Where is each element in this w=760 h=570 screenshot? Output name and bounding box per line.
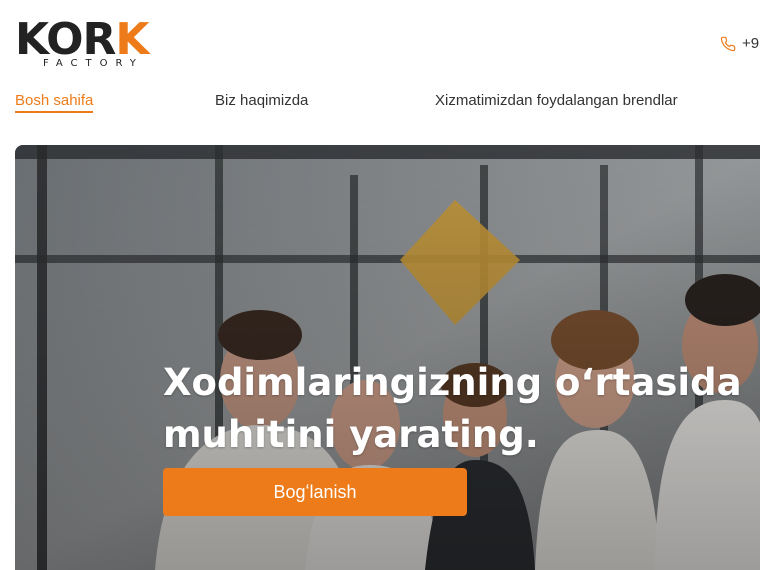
contact-button[interactable]: Bogʻlanish — [163, 468, 467, 516]
logo[interactable]: KORK FACTORY — [15, 18, 195, 70]
phone-icon — [720, 36, 736, 51]
hero-title-line2: muhitini yarating. — [163, 412, 539, 456]
phone-number: +9 — [742, 35, 760, 52]
logo-wordmark: KORK — [15, 18, 150, 62]
hero-title-line1: Xodimlaringizning oʻrtasida — [163, 360, 742, 404]
nav-item-brands[interactable]: Xizmatimizdan foydalangan brendlar — [435, 92, 678, 110]
logo-subtitle: FACTORY — [43, 58, 144, 69]
phone-contact[interactable]: +9 — [720, 35, 759, 52]
main-nav: Bosh sahifa Biz haqimizda Xizmatimizdan … — [15, 92, 760, 116]
nav-item-about[interactable]: Biz haqimizda — [215, 92, 308, 110]
nav-item-home[interactable]: Bosh sahifa — [15, 92, 94, 113]
hero-banner: Xodimlaringizning oʻrtasida muhitini yar… — [15, 145, 760, 570]
hero-title: Xodimlaringizning oʻrtasida muhitini yar… — [163, 357, 760, 461]
